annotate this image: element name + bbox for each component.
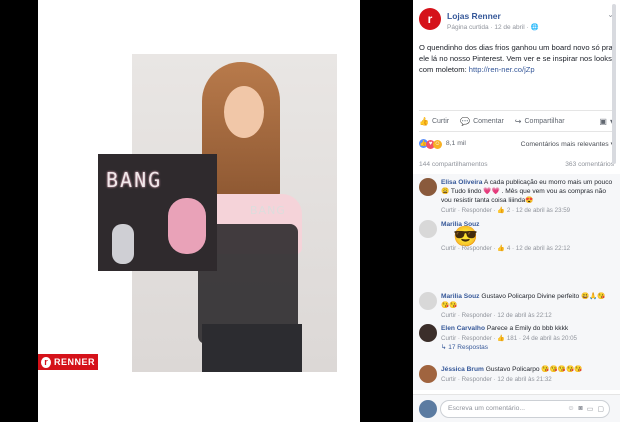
viewer-stage: BANG BANG r RENNER r Lojas Renner Página…: [0, 0, 620, 422]
divider: [419, 131, 614, 132]
comment-meta[interactable]: Curtir · Responder · 👍 2 · 12 de abril à…: [441, 206, 613, 215]
comment-placeholder: Escreva um comentário...: [448, 405, 526, 412]
avatar[interactable]: [419, 365, 437, 383]
post-stats: 144 compartilhamentos 363 comentários: [419, 161, 614, 168]
reaction-icons: 👍♥ ☺ 8,1 mil: [419, 139, 466, 149]
image-icon: ▣: [599, 116, 607, 126]
patch-lipstick: [112, 224, 134, 264]
commenter-name[interactable]: Elen Carvalho: [441, 325, 485, 332]
comment-button[interactable]: 💬 Comentar: [460, 117, 504, 126]
avatar: [419, 400, 437, 418]
gif-icon[interactable]: ▭: [587, 405, 594, 413]
page-avatar[interactable]: r: [419, 8, 441, 30]
patch-text: BANG: [106, 168, 163, 192]
commenter-name[interactable]: Jéssica Brum: [441, 366, 484, 373]
comments-list: Elisa Oliveira A cada publicação eu morr…: [413, 174, 620, 390]
post-actions: 👍Curtir 💬Comentar ↪Compartilhar ▣▾: [419, 112, 614, 130]
like-button[interactable]: 👍 Curtir: [419, 117, 449, 126]
comment-composer: Escreva um comentário... ☺ ◙ ▭ ▢: [413, 394, 620, 422]
shirt-text: BANG: [250, 204, 286, 217]
renner-logo-text: RENNER: [53, 357, 95, 367]
comment-icon: 💬: [460, 116, 471, 126]
patch-character: [168, 198, 206, 254]
sort-comments[interactable]: Comentários mais relevantes ▾: [521, 140, 614, 148]
post-text: O quendinho dos dias frios ganhou um boa…: [419, 43, 613, 74]
comment-meta[interactable]: Curtir · Responder · 👍 181 · 24 de abril…: [441, 334, 613, 343]
comment-input[interactable]: Escreva um comentário... ☺ ◙ ▭ ▢: [440, 400, 610, 418]
comment-meta[interactable]: Curtir · Responder · 12 de abril às 22:1…: [441, 311, 613, 320]
comment-meta[interactable]: Curtir · Responder · 👍 4 · 12 de abril à…: [441, 244, 613, 253]
sticker: 😎: [453, 226, 478, 248]
avatar[interactable]: [419, 324, 437, 342]
composer-icons: ☺ ◙ ▭ ▢: [567, 405, 604, 413]
comment-meta[interactable]: Curtir · Responder · 12 de abril às 21:3…: [441, 375, 613, 384]
shares-count[interactable]: 144 compartilhamentos: [419, 161, 488, 168]
share-button[interactable]: ↪ Compartilhar: [515, 117, 565, 126]
renner-logo: r RENNER: [38, 354, 98, 370]
renner-logo-icon: r: [41, 356, 51, 368]
globe-icon: 🌐: [530, 24, 539, 31]
commenter-name[interactable]: Elisa Oliveira: [441, 179, 482, 186]
reaction-count: 8,1 mil: [445, 140, 466, 148]
comment-text: Parece a Emily do bbb kkkk: [484, 325, 569, 332]
avatar[interactable]: [419, 178, 437, 196]
face: [224, 86, 264, 138]
patch-closeup: BANG: [98, 154, 217, 271]
post-link[interactable]: http://ren-ner.co/jZp: [469, 65, 535, 74]
reaction-summary[interactable]: 👍♥ ☺ 8,1 mil Comentários mais relevantes …: [419, 138, 614, 150]
avatar[interactable]: [419, 220, 437, 238]
avatar[interactable]: [419, 292, 437, 310]
page-name[interactable]: Lojas Renner: [447, 11, 501, 21]
scrollbar[interactable]: [612, 4, 616, 164]
comment-text: Gustavo Policarpo 😘😘😘😘😘: [483, 366, 583, 373]
post-header: r Lojas Renner Página curtida · 12 de ab…: [413, 0, 620, 40]
camera-icon[interactable]: ◙: [579, 405, 583, 413]
emoji-icon[interactable]: ☺: [567, 405, 574, 413]
post-panel: r Lojas Renner Página curtida · 12 de ab…: [413, 0, 620, 422]
share-icon: ↪: [514, 116, 522, 126]
sticker-icon[interactable]: ▢: [597, 405, 604, 413]
wow-reaction-icon: ☺: [433, 139, 442, 149]
post-meta: Página curtida · 12 de abril · 🌐: [447, 24, 539, 31]
divider: [419, 110, 614, 111]
comments-count[interactable]: 363 comentários: [565, 161, 614, 168]
thumbs-up-icon: 👍: [419, 116, 429, 126]
commenter-name[interactable]: Marilia Souz: [441, 293, 479, 300]
view-replies-link[interactable]: ↳ 17 Respostas: [441, 343, 613, 352]
shorts: [202, 324, 302, 372]
